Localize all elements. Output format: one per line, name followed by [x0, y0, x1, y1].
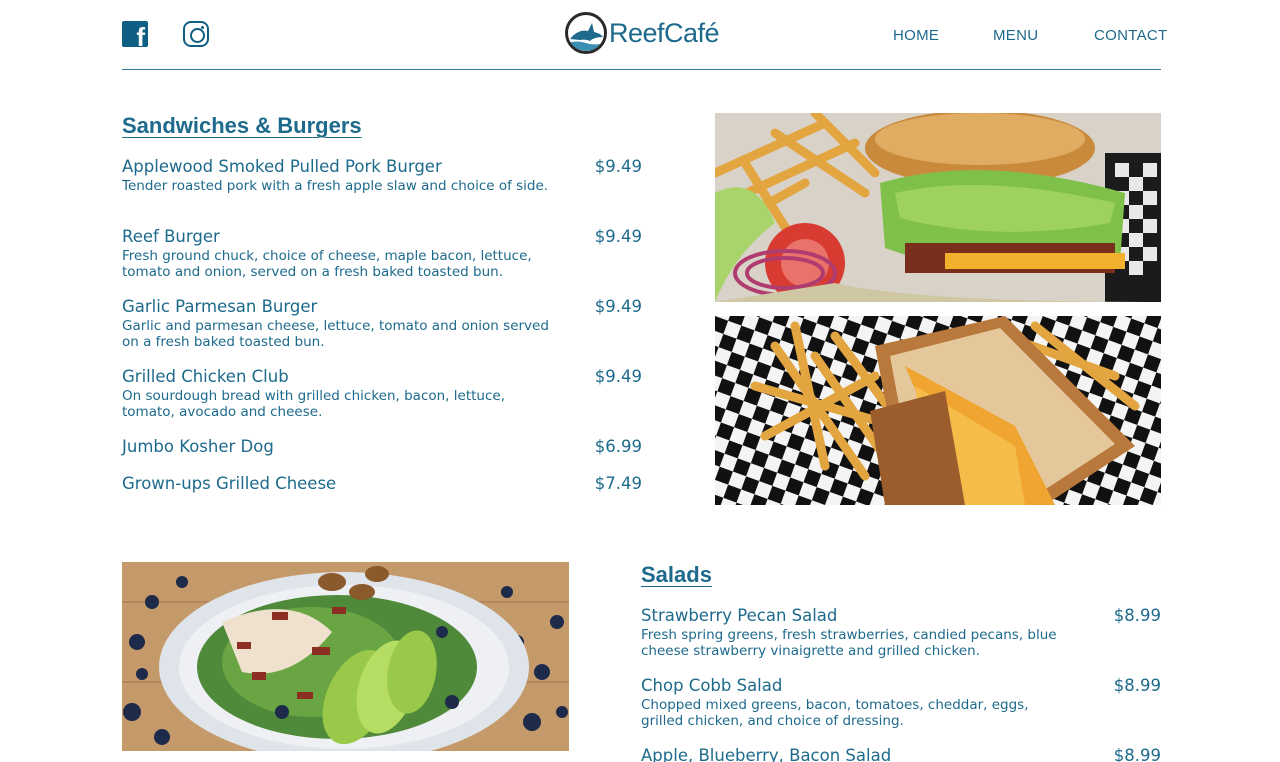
sandwiches-title: Sandwiches & Burgers — [122, 113, 362, 138]
menu-item: Apple, Blueberry, Bacon Salad $8.99 — [641, 746, 1161, 762]
item-name: Apple, Blueberry, Bacon Salad — [641, 746, 892, 762]
menu-item: Grown-ups Grilled Cheese $7.49 — [122, 474, 642, 494]
item-name: Strawberry Pecan Salad — [641, 606, 838, 625]
item-description: Tender roasted pork with a fresh apple s… — [122, 178, 549, 194]
site-logo[interactable]: ReefCafé — [565, 12, 720, 54]
item-price: $8.99 — [1113, 676, 1161, 695]
item-name: Jumbo Kosher Dog — [122, 437, 274, 456]
item-description: Garlic and parmesan cheese, lettuce, tom… — [122, 318, 549, 350]
item-description: Fresh ground chuck, choice of cheese, ma… — [122, 248, 532, 280]
burger-photo — [715, 113, 1161, 302]
item-price: $9.49 — [594, 157, 642, 176]
nav-home[interactable]: HOME — [893, 27, 939, 44]
menu-item: Reef Burger Fresh ground chuck, choice o… — [122, 227, 642, 280]
nav-contact[interactable]: CONTACT — [1094, 27, 1167, 44]
item-description: Fresh spring greens, fresh strawberries,… — [641, 627, 1057, 659]
item-name: Garlic Parmesan Burger — [122, 297, 318, 316]
salad-photo — [122, 562, 569, 751]
menu-item: Garlic Parmesan Burger Garlic and parmes… — [122, 297, 642, 350]
grilled-cheese-photo — [715, 316, 1161, 505]
item-description: Chopped mixed greens, bacon, tomatoes, c… — [641, 697, 1029, 729]
shark-logo-icon — [565, 12, 607, 54]
menu-item: Jumbo Kosher Dog $6.99 — [122, 437, 642, 457]
item-price: $9.49 — [594, 227, 642, 246]
logo-text: ReefCafé — [609, 17, 720, 48]
item-price: $7.49 — [594, 474, 642, 493]
item-name: Reef Burger — [122, 227, 220, 246]
menu-item: Strawberry Pecan Salad Fresh spring gree… — [641, 606, 1161, 659]
item-price: $9.49 — [594, 297, 642, 316]
facebook-icon[interactable]: f — [122, 21, 148, 50]
item-name: Grilled Chicken Club — [122, 367, 289, 386]
item-price: $8.99 — [1113, 606, 1161, 625]
item-name: Grown-ups Grilled Cheese — [122, 474, 337, 493]
item-price: $9.49 — [594, 367, 642, 386]
menu-item: Chop Cobb Salad Chopped mixed greens, ba… — [641, 676, 1161, 729]
nav-menu[interactable]: MENU — [993, 27, 1038, 44]
item-name: Chop Cobb Salad — [641, 676, 783, 695]
salads-title: Salads — [641, 562, 712, 587]
site-header: f ReefCafé HOME MENU CONTACT — [122, 0, 1167, 70]
instagram-icon[interactable] — [183, 21, 209, 47]
item-name: Applewood Smoked Pulled Pork Burger — [122, 157, 442, 176]
menu-item: Applewood Smoked Pulled Pork Burger Tend… — [122, 157, 642, 194]
menu-item: Grilled Chicken Club On sourdough bread … — [122, 367, 642, 420]
item-price: $6.99 — [594, 437, 642, 456]
item-description: On sourdough bread with grilled chicken,… — [122, 388, 505, 420]
item-price: $8.99 — [1113, 746, 1161, 762]
